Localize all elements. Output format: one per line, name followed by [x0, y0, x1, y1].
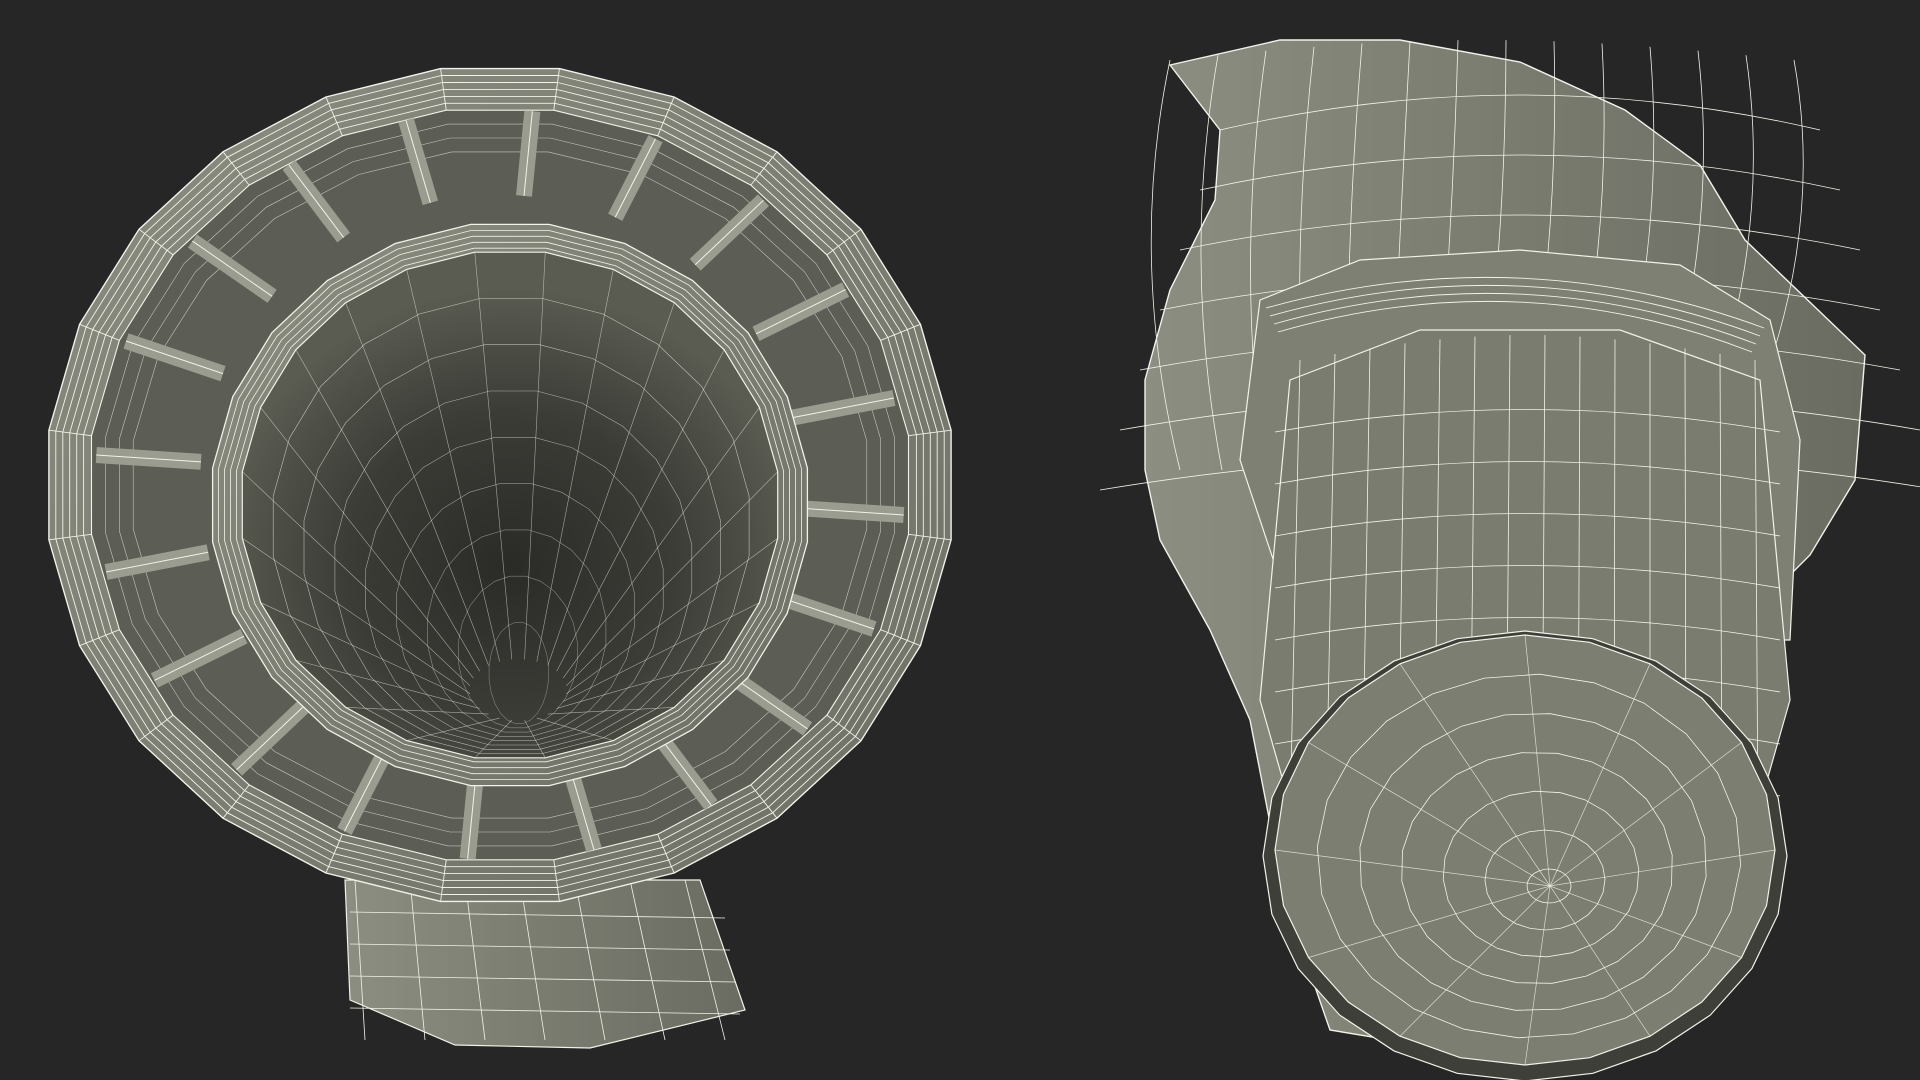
base-disc: [1274, 634, 1776, 1066]
stem-surface: [344, 879, 746, 1049]
wireframe-render: [48, 39, 1920, 1080]
cup-bottom-view-model: [1099, 39, 1920, 1080]
cup-top-view-model: [48, 67, 952, 1049]
cup-cavity: [241, 251, 779, 759]
render-viewport: [0, 0, 1920, 1080]
